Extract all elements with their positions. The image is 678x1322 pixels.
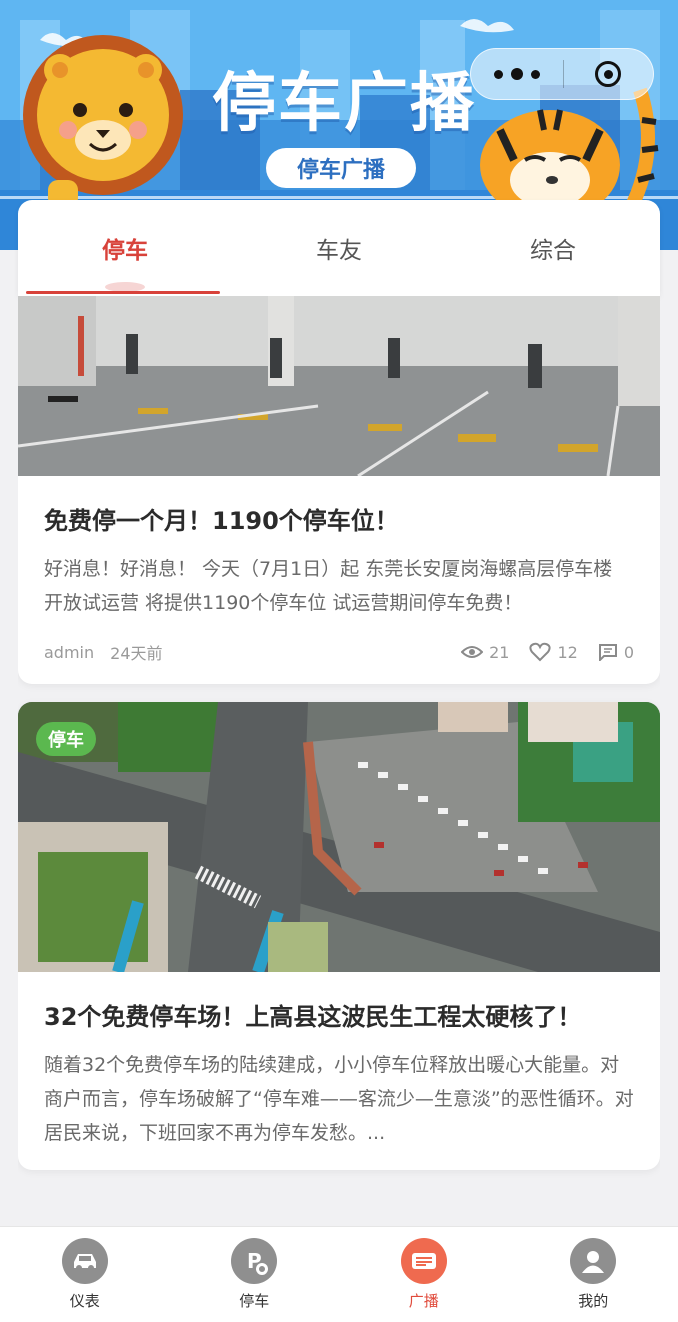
post-category-tag: 停车 — [36, 722, 96, 756]
post-title: 32个免费停车场！上高县这波民生工程太硬核了！ — [44, 1003, 582, 1031]
views-count: 21 — [489, 642, 510, 662]
post-card-body: 32个免费停车场！上高县这波民生工程太硬核了！ 随着32个免费停车场的陆续建成，… — [18, 972, 660, 1170]
bottom-tab-bar: 仪表 P 停车 广播 我的 — [0, 1226, 678, 1322]
tab-active-indicator — [26, 291, 220, 294]
user-icon — [570, 1238, 617, 1284]
broadcast-icon — [400, 1238, 447, 1284]
comments-stat[interactable]: 0 — [598, 643, 634, 662]
dot-icon — [510, 68, 523, 80]
target-icon — [595, 61, 622, 87]
banner-subtitle-pill: 停车广播 — [266, 148, 416, 188]
parking-garage-photo — [18, 296, 660, 476]
app-page: 停车广播 停车广播 停车 车友 综合 免费停一个月！1190个停车位！ 好消息！… — [0, 0, 678, 1322]
post-description: 随着32个免费停车场的陆续建成，小小停车位释放出暖心大能量。对商户而言，停车场破… — [44, 1054, 634, 1144]
comment-icon — [598, 644, 617, 661]
more-options-button[interactable] — [471, 49, 563, 99]
dot-icon — [530, 69, 540, 79]
tabbar-item-dashboard[interactable]: 仪表 — [0, 1227, 170, 1322]
tabbar-item-broadcast[interactable]: 广播 — [339, 1227, 509, 1322]
comments-count: 0 — [623, 642, 634, 662]
car-icon — [61, 1238, 108, 1284]
dot-icon — [493, 69, 503, 79]
tab-car-friends[interactable]: 车友 — [232, 200, 446, 296]
parking-icon: P — [231, 1238, 278, 1284]
post-title: 免费停一个月！1190个停车位！ — [44, 507, 399, 535]
miniprogram-capsule — [470, 48, 654, 100]
lion-mascot-illustration — [23, 35, 183, 208]
eye-icon — [461, 646, 484, 658]
tabbar-item-parking[interactable]: P 停车 — [170, 1227, 340, 1322]
aerial-parking-lot-photo — [18, 702, 660, 972]
post-description: 好消息！好消息！ 今天（7月1日）起 东莞长安厦岗海螺高层停车楼 开放试运营 将… — [44, 558, 613, 614]
post-card[interactable]: 停车 32个免费停车场！上高县这波民生工程太硬核了！ 随着32个免费停车场的陆续… — [18, 702, 660, 1170]
tabbar-label: 我的 — [578, 1292, 609, 1310]
heart-icon — [529, 642, 552, 662]
tabbar-label: 仪表 — [69, 1292, 100, 1310]
views-stat: 21 — [461, 643, 509, 662]
post-feed: 免费停一个月！1190个停车位！ 好消息！好消息！ 今天（7月1日）起 东莞长安… — [18, 296, 660, 1210]
close-miniprogram-button[interactable] — [564, 49, 654, 99]
category-tabs: 停车 车友 综合 — [18, 200, 660, 296]
tabbar-label: 广播 — [408, 1292, 439, 1310]
likes-count: 12 — [557, 642, 578, 662]
tab-label: 车友 — [316, 238, 362, 264]
banner-title: 停车广播 — [212, 67, 476, 141]
tab-general[interactable]: 综合 — [446, 200, 660, 296]
likes-stat[interactable]: 12 — [529, 642, 578, 662]
post-author: admin — [44, 642, 95, 662]
tabbar-label: 停车 — [239, 1292, 270, 1310]
tab-parking[interactable]: 停车 — [18, 200, 232, 296]
tab-label: 停车 — [102, 238, 148, 264]
post-card-body: 免费停一个月！1190个停车位！ 好消息！好消息！ 今天（7月1日）起 东莞长安… — [18, 476, 660, 684]
tab-label: 综合 — [530, 238, 576, 264]
post-meta: admin 24天前 21 12 0 — [44, 640, 634, 664]
post-time: 24天前 — [110, 644, 163, 663]
tabbar-item-profile[interactable]: 我的 — [509, 1227, 678, 1322]
post-card[interactable]: 免费停一个月！1190个停车位！ 好消息！好消息！ 今天（7月1日）起 东莞长安… — [18, 296, 660, 684]
